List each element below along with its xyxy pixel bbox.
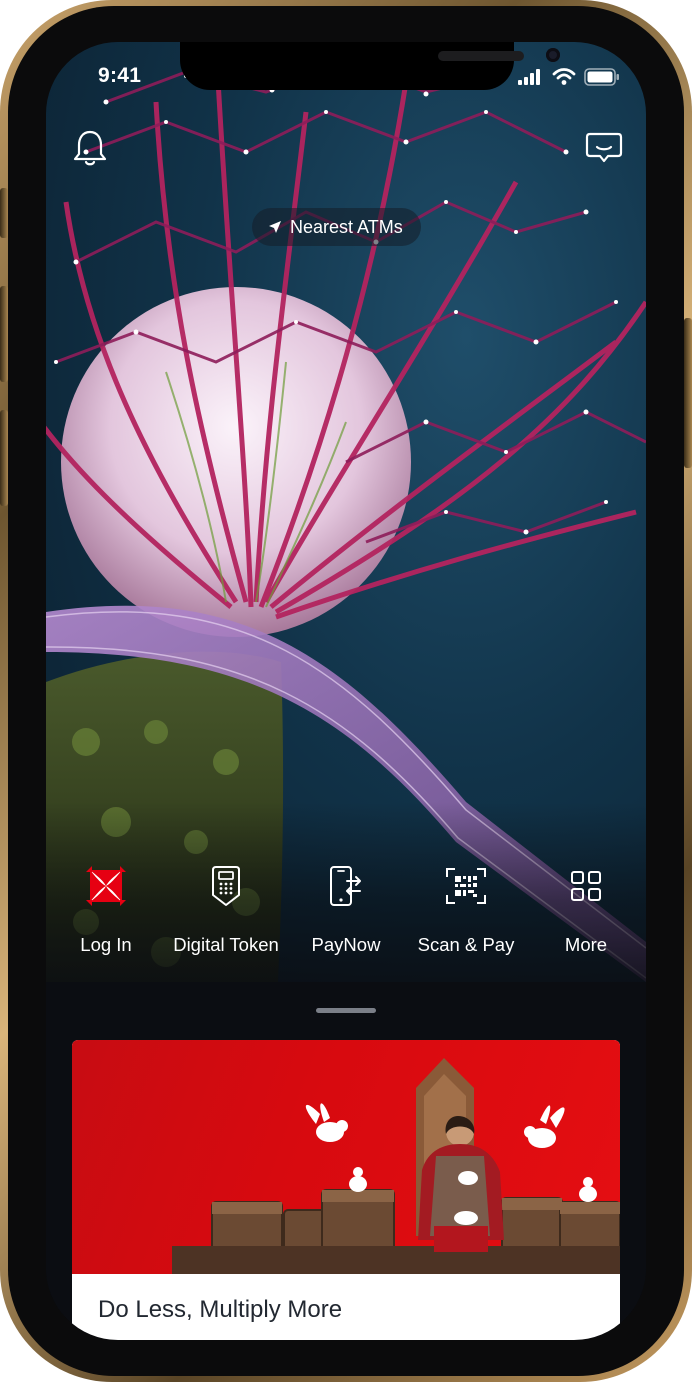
promo-card[interactable]: Do Less, Multiply More — [72, 1040, 620, 1340]
nearest-atms-button[interactable]: Nearest ATMs — [252, 208, 421, 246]
promo-illustration — [172, 1058, 620, 1274]
more-label: More — [564, 934, 608, 955]
notifications-button[interactable] — [70, 128, 110, 168]
phone-transfer-icon — [324, 864, 368, 908]
location-arrow-icon — [269, 221, 281, 233]
log-in-label: Log In — [80, 934, 132, 955]
promo-title: Do Less, Multiply More — [98, 1296, 343, 1323]
wifi-icon — [552, 68, 576, 85]
battery-icon — [584, 68, 619, 86]
earpiece-speaker — [438, 51, 524, 61]
volume-up-button — [0, 286, 8, 382]
log-in-button[interactable]: Log In — [46, 864, 166, 956]
chat-button[interactable] — [584, 128, 624, 168]
device-notch — [180, 42, 560, 90]
silent-switch — [0, 188, 8, 238]
nearest-atms-label: Nearest ATMs — [290, 216, 403, 237]
paynow-label: PayNow — [311, 934, 381, 955]
cellular-signal-icon — [518, 69, 540, 85]
status-icons — [518, 68, 620, 86]
scan-and-pay-label: Scan & Pay — [417, 934, 515, 955]
paynow-button[interactable]: PayNow — [286, 864, 406, 956]
token-device-icon — [204, 864, 248, 908]
digital-token-button[interactable]: Digital Token — [166, 864, 286, 956]
app-screen: 9:41 Nearest ATMs Log In Digital Token P… — [46, 42, 646, 1340]
volume-down-button — [0, 410, 8, 506]
status-time: 9:41 — [98, 64, 142, 87]
qr-scan-icon — [444, 864, 488, 908]
dbs-logo-icon — [84, 864, 128, 908]
promo-banner-image — [72, 1040, 620, 1274]
front-camera — [546, 48, 560, 62]
chat-icon — [585, 132, 623, 163]
power-button — [684, 318, 692, 468]
more-button[interactable]: More — [526, 864, 646, 956]
quick-actions-bar: Log In Digital Token PayNow Scan & Pay M… — [46, 864, 646, 974]
digital-token-label: Digital Token — [173, 934, 279, 955]
scan-and-pay-button[interactable]: Scan & Pay — [406, 864, 526, 956]
grid-icon — [564, 864, 608, 908]
sheet-drag-handle[interactable] — [316, 1008, 376, 1013]
bell-icon — [73, 130, 107, 166]
